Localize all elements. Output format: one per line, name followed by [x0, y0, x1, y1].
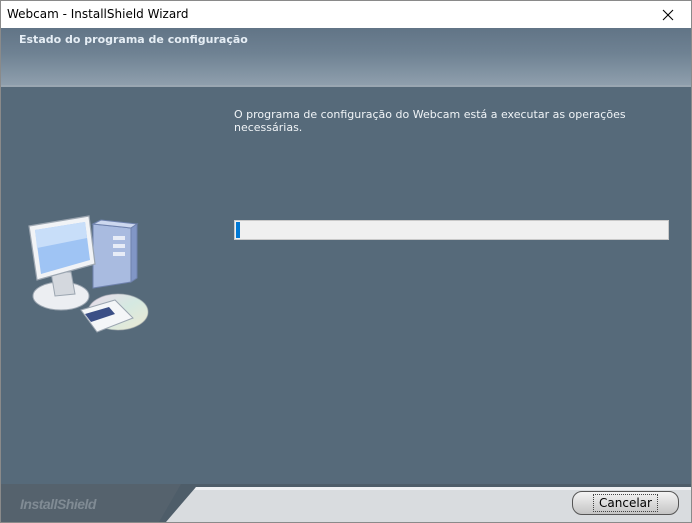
window-title: Webcam - InstallShield Wizard [7, 7, 189, 21]
computer-setup-icon [28, 215, 149, 333]
title-bar: Webcam - InstallShield Wizard [1, 1, 691, 28]
status-text: O programa de configuração do Webcam est… [234, 108, 626, 134]
progress-fill [236, 222, 240, 238]
cancel-button-label: Cancelar [593, 494, 658, 512]
progress-bar [234, 220, 669, 240]
footer-bar: InstallShield Cancelar [1, 484, 691, 522]
close-button[interactable] [645, 1, 691, 28]
page-title: Estado do programa de configuração [19, 33, 248, 46]
close-icon [662, 9, 674, 20]
installshield-logo: InstallShield [20, 496, 96, 512]
main-panel: O programa de configuração do Webcam est… [1, 87, 691, 484]
header-banner: Estado do programa de configuração [1, 28, 691, 85]
cancel-button[interactable]: Cancelar [572, 491, 679, 515]
installer-window: Webcam - InstallShield Wizard Estado do … [0, 0, 692, 523]
